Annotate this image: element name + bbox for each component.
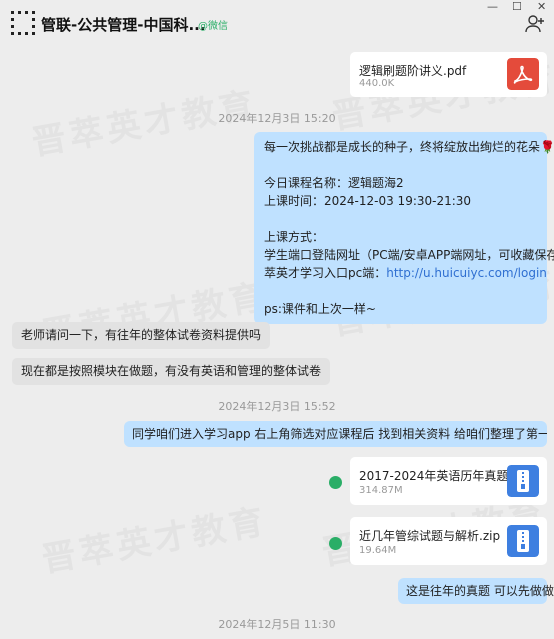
notice-line: 今日课程名称：逻辑题海2 — [264, 176, 404, 190]
notice-line: ps:课件和上次一样~ — [264, 302, 376, 316]
watermark: 晋萃英才教育 — [38, 501, 271, 581]
notice-text: 萃英才学习入口pc端： — [264, 266, 387, 280]
notice-line: 上课方式： — [264, 230, 325, 244]
minimize-button[interactable]: — — [487, 0, 498, 13]
outgoing-message[interactable]: 同学咱们进入学习app 右上角筛选对应课程后 找到相关资料 给咱们整理了第一个定… — [124, 421, 547, 447]
notice-line: 上课时间：2024-12-03 19:30-21:30 — [264, 194, 472, 208]
pdf-file-icon — [507, 58, 539, 90]
download-done-icon — [329, 476, 342, 489]
title-bar: 管联-公共管理-中国科... @微信 — ☐ ✕ — [0, 0, 554, 48]
archive-file-icon — [507, 465, 539, 497]
file-size: 440.0K — [359, 78, 395, 89]
archive-file-icon — [507, 525, 539, 557]
file-size: 314.87M — [359, 485, 403, 496]
file-name: 逻辑刷题阶讲义.pdf — [359, 64, 467, 78]
incoming-message[interactable]: 现在都是按照模块在做题，有没有英语和管理的整体试卷 — [12, 358, 331, 385]
course-notice-message[interactable]: 每一次挑战都是成长的种子，终将绽放出绚烂的花朵🌹 今日课程名称：逻辑题海2 上课… — [254, 132, 554, 324]
outgoing-message[interactable]: 这是往年的真题 可以先做做哈 — [398, 578, 554, 604]
close-button[interactable]: ✕ — [537, 0, 546, 13]
chat-title: 管联-公共管理-中国科... — [41, 16, 206, 34]
file-name: 近几年管综试题与解析.zip — [359, 529, 501, 543]
file-name: 2017-2024年英语历年真题.rar — [359, 469, 530, 483]
chat-area[interactable]: 晋萃英才教育 晋萃英才教育 晋萃英才教育 晋萃英才教育 晋萃英才教育 晋萃英才教… — [0, 48, 554, 639]
notice-line: 学生端口登陆网址（PC端/安卓APP端网址，可收藏保存）： — [264, 248, 554, 262]
maximize-button[interactable]: ☐ — [512, 0, 522, 13]
download-done-icon — [329, 537, 342, 550]
file-message-zip[interactable]: 近几年管综试题与解析.zip 19.64M — [350, 517, 547, 565]
notice-line: 萃英才学习入口pc端：http://u.huicuiyc.com/login — [264, 264, 547, 282]
timestamp: 2024年12月3日 15:52 — [218, 400, 336, 413]
wechat-tag: @微信 — [198, 21, 228, 32]
file-size: 19.64M — [359, 545, 397, 556]
login-link[interactable]: http://u.huicuiyc.com/login — [386, 266, 547, 280]
incoming-message[interactable]: 老师请问一下，有往年的整体试卷资料提供吗 — [12, 322, 271, 349]
file-message-rar[interactable]: 2017-2024年英语历年真题.rar 314.87M — [350, 457, 547, 505]
group-avatar[interactable] — [8, 8, 38, 38]
timestamp: 2024年12月5日 11:30 — [218, 618, 336, 631]
notice-line: 每一次挑战都是成长的种子，终将绽放出绚烂的花朵🌹 — [264, 140, 554, 154]
file-message-pdf[interactable]: 逻辑刷题阶讲义.pdf 440.0K — [350, 52, 547, 97]
timestamp: 2024年12月3日 15:20 — [218, 112, 336, 125]
add-member-icon[interactable] — [525, 14, 545, 34]
